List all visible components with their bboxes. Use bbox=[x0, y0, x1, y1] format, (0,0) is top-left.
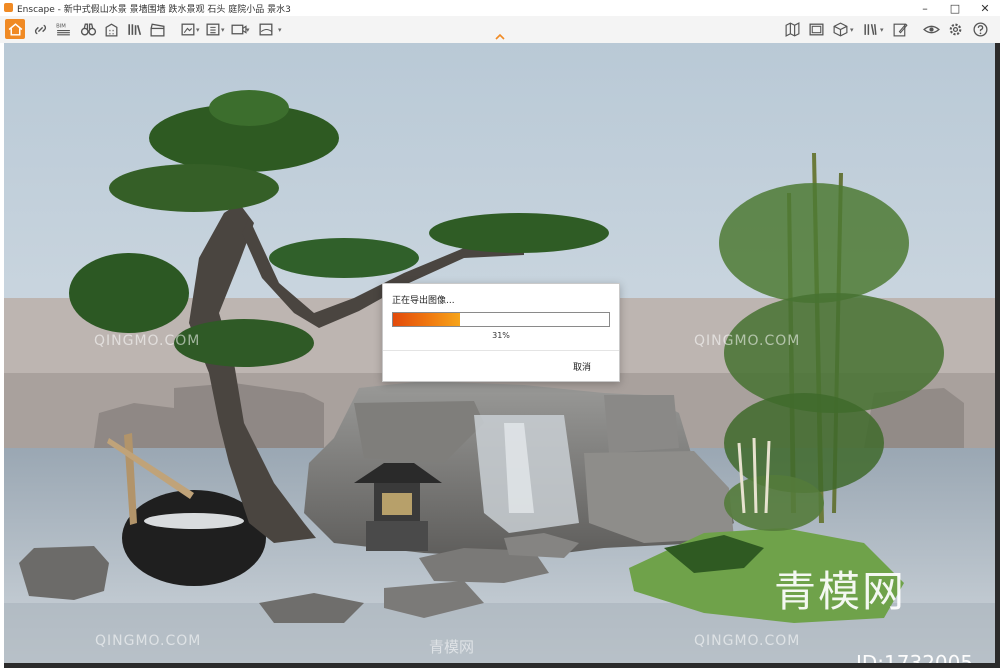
chevron-down-icon[interactable]: ▾ bbox=[196, 26, 200, 34]
window-edge bbox=[995, 43, 1000, 668]
close-icon[interactable]: ✕ bbox=[970, 0, 1000, 16]
chevron-down-icon[interactable]: ▾ bbox=[880, 26, 884, 34]
library-icon[interactable] bbox=[124, 19, 144, 39]
building-icon[interactable] bbox=[101, 19, 121, 39]
minimize-icon[interactable]: – bbox=[910, 0, 940, 16]
chevron-up-icon[interactable] bbox=[493, 28, 507, 40]
video-export-icon[interactable] bbox=[228, 19, 248, 39]
eye-icon[interactable] bbox=[921, 19, 941, 39]
clapboard-icon[interactable] bbox=[147, 19, 167, 39]
progress-fill bbox=[393, 313, 460, 326]
watermark-id: ID:1732005 bbox=[856, 651, 974, 663]
binoculars-icon[interactable] bbox=[78, 19, 98, 39]
progress-bar bbox=[392, 312, 610, 327]
watermark-text: QINGMO.COM bbox=[694, 333, 801, 349]
book-icon[interactable] bbox=[860, 19, 880, 39]
screenshot-export-icon[interactable] bbox=[178, 19, 198, 39]
bim-icon[interactable]: BIM bbox=[53, 19, 73, 39]
watermark-brand: 青模网 bbox=[774, 567, 907, 616]
progress-percent: 31% bbox=[492, 331, 510, 340]
watermark-text: QINGMO.COM bbox=[94, 333, 201, 349]
link-icon[interactable] bbox=[30, 19, 50, 39]
svg-text:BIM: BIM bbox=[56, 23, 66, 29]
cancel-button[interactable]: 取消 bbox=[573, 360, 591, 373]
cube-icon[interactable] bbox=[830, 19, 850, 39]
gallery-icon[interactable] bbox=[806, 19, 826, 39]
chevron-down-icon[interactable]: ▾ bbox=[221, 26, 225, 34]
chevron-down-icon[interactable]: ▾ bbox=[278, 26, 282, 34]
dialog-title: 正在导出图像... bbox=[392, 296, 455, 306]
help-icon[interactable] bbox=[970, 19, 990, 39]
title-bar: Enscape - 新中式假山水景 景墙围墙 跌水景观 石头 庭院小品 景水3 … bbox=[0, 0, 1000, 16]
edit-icon[interactable] bbox=[890, 19, 910, 39]
export-progress-dialog: 正在导出图像... 31% 取消 bbox=[382, 283, 620, 382]
enscape-logo-icon bbox=[4, 3, 13, 12]
divider bbox=[383, 350, 619, 351]
panorama-export-icon[interactable] bbox=[256, 19, 276, 39]
maximize-icon[interactable]: □ bbox=[940, 0, 970, 16]
chevron-down-icon[interactable]: ▾ bbox=[246, 26, 250, 34]
settings-icon[interactable] bbox=[945, 19, 965, 39]
home-icon[interactable] bbox=[5, 19, 25, 39]
batch-render-icon[interactable] bbox=[203, 19, 223, 39]
watermark-text: QINGMO.COM bbox=[694, 633, 801, 649]
watermark-text: 青模网 bbox=[429, 638, 475, 656]
window-title: Enscape - 新中式假山水景 景墙围墙 跌水景观 石头 庭院小品 景水3 bbox=[17, 5, 291, 15]
chevron-down-icon[interactable]: ▾ bbox=[850, 26, 854, 34]
watermark-text: QINGMO.COM bbox=[95, 633, 202, 649]
map-icon[interactable] bbox=[782, 19, 802, 39]
